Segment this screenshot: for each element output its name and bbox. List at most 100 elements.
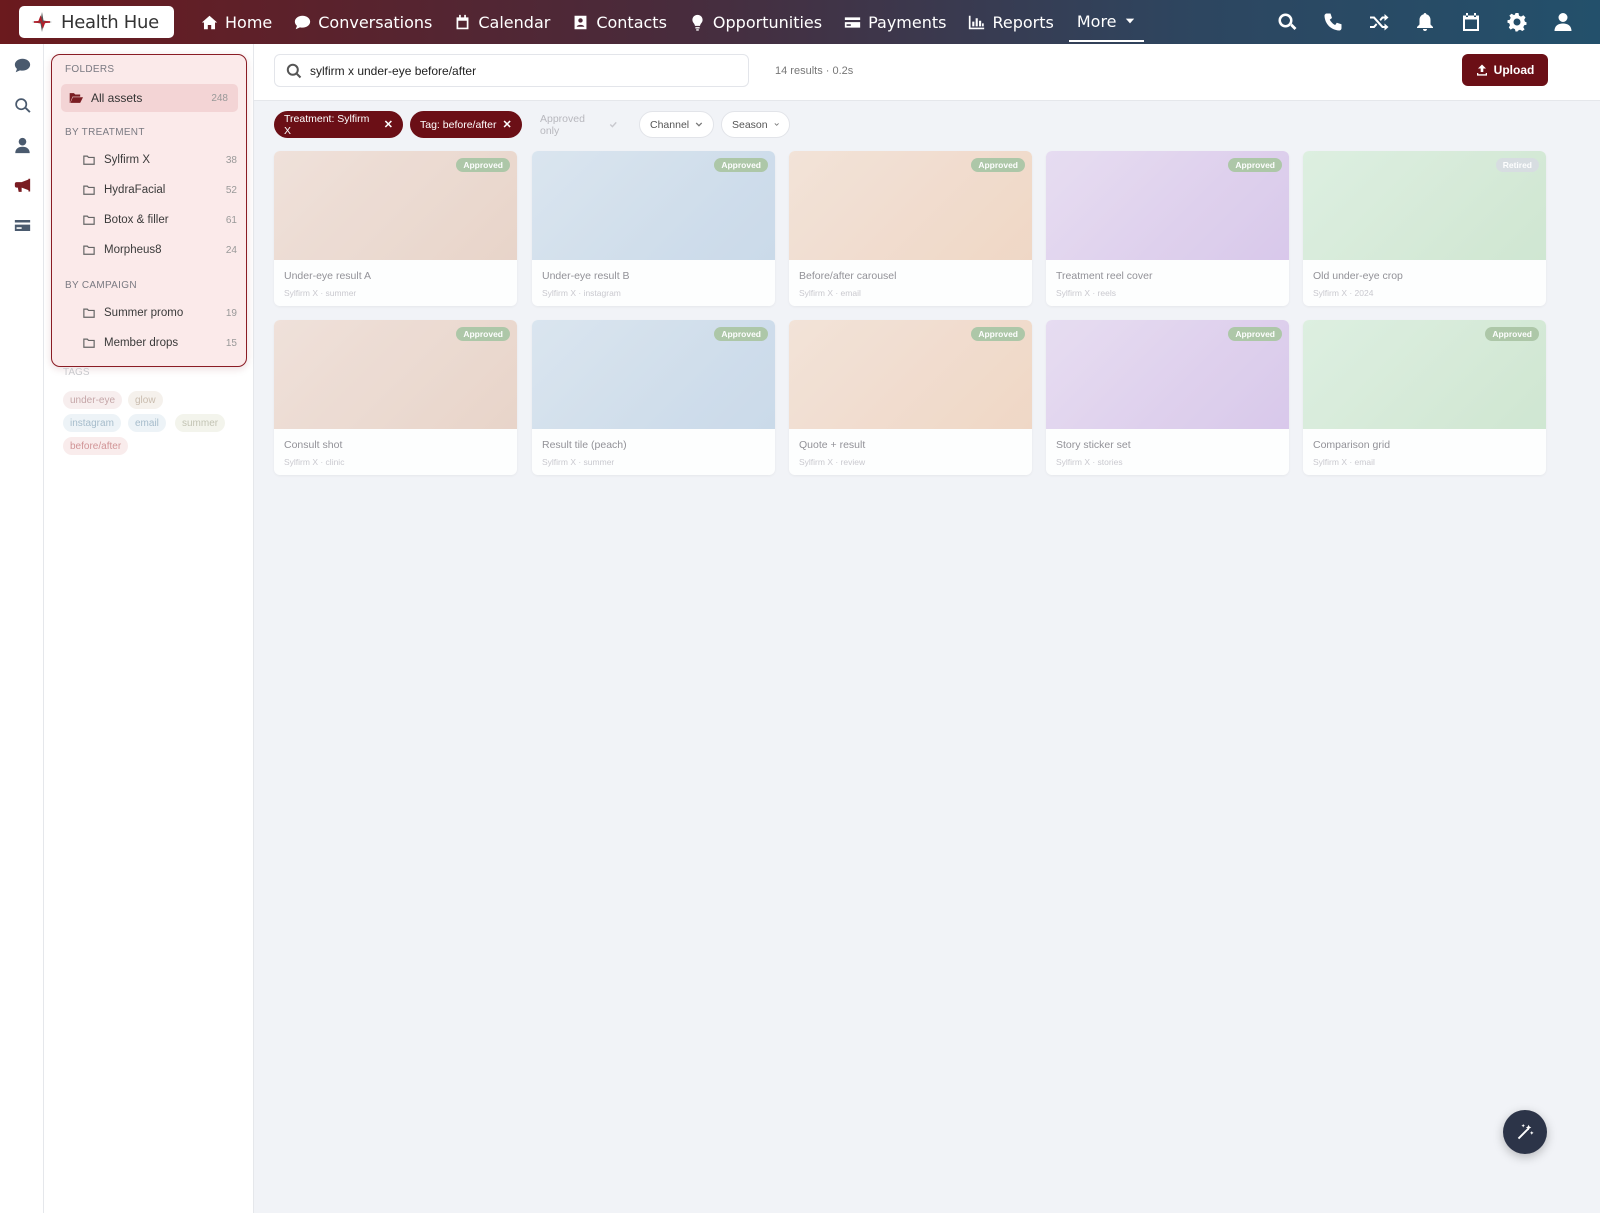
check-icon: [610, 121, 618, 128]
asset-card[interactable]: Approved Treatment reel cover Sylfirm X …: [1046, 151, 1289, 306]
tag-chip[interactable]: summer: [175, 414, 226, 432]
rail-contacts[interactable]: [0, 125, 44, 165]
tag-chip[interactable]: email: [128, 414, 166, 432]
search-icon: [286, 63, 302, 78]
calendar-button[interactable]: [1448, 0, 1494, 44]
asset-card[interactable]: Approved Quote + result Sylfirm X · revi…: [789, 320, 1032, 475]
tag-chip[interactable]: instagram: [63, 414, 121, 432]
filter-channel-dropdown[interactable]: Channel: [639, 111, 714, 138]
card-icon: [14, 219, 30, 231]
asset-card[interactable]: Approved Consult shot Sylfirm X · clinic: [274, 320, 517, 475]
asset-title: Consult shot: [284, 439, 343, 451]
tags-heading: TAGS: [63, 367, 90, 378]
search-icon: [1278, 13, 1297, 30]
lightbulb-icon: [692, 14, 703, 31]
shuffle-icon: [1370, 14, 1389, 31]
folder-icon: [83, 185, 95, 195]
status-badge: Approved: [1485, 327, 1539, 341]
folder-botox-filler[interactable]: Botox & filler 61: [83, 209, 243, 231]
credit-card-icon: [844, 16, 861, 28]
filter-season-dropdown[interactable]: Season: [721, 111, 790, 138]
close-icon[interactable]: ✕: [502, 118, 511, 131]
asset-card[interactable]: Approved Comparison grid Sylfirm X · ema…: [1303, 320, 1546, 475]
folder-open-icon: [69, 93, 83, 103]
home-icon: [201, 15, 218, 29]
folder-label: Botox & filler: [104, 214, 169, 226]
notifications-button[interactable]: [1402, 0, 1448, 44]
asset-search-input[interactable]: sylfirm x under-eye before/after: [274, 54, 749, 87]
asset-card[interactable]: Approved Under-eye result A Sylfirm X · …: [274, 151, 517, 306]
brand-logo[interactable]: Health Hue: [19, 6, 174, 38]
global-search-button[interactable]: [1264, 0, 1310, 44]
folder-summer-promo[interactable]: Summer promo 19: [83, 302, 243, 324]
folder-count: 19: [225, 307, 237, 319]
phone-button[interactable]: [1310, 0, 1356, 44]
rail-marketing[interactable]: [0, 165, 44, 205]
top-navigation-bar: Health Hue Home Conversations Calendar C…: [0, 0, 1600, 44]
nav-more-dropdown[interactable]: More: [1068, 2, 1144, 42]
chat-icon: [14, 58, 30, 72]
shuffle-button[interactable]: [1356, 0, 1402, 44]
main-nav: Home Conversations Calendar Contacts Opp…: [190, 0, 1144, 44]
asset-card[interactable]: Approved Before/after carousel Sylfirm X…: [789, 151, 1032, 306]
tag-chip[interactable]: before/after: [63, 437, 129, 455]
asset-meta: Sylfirm X · review: [799, 457, 866, 467]
folder-icon: [83, 338, 95, 348]
search-toolbar: sylfirm x under-eye before/after 14 resu…: [254, 44, 1600, 101]
status-badge: Approved: [714, 327, 768, 341]
folder-member-drops[interactable]: Member drops 15: [83, 332, 243, 354]
search-query-text: sylfirm x under-eye before/after: [310, 63, 477, 78]
nav-conversations[interactable]: Conversations: [283, 0, 443, 44]
health-hue-logo-icon: [31, 11, 53, 33]
filter-chip-treatment[interactable]: Treatment: Sylfirm X ✕: [274, 111, 403, 138]
filter-approved-only[interactable]: Approved only: [530, 111, 628, 138]
tag-chip[interactable]: under-eye: [63, 391, 123, 409]
asset-meta: Sylfirm X · email: [799, 288, 861, 298]
folder-sylfirm-x[interactable]: Sylfirm X 38: [83, 149, 243, 171]
upload-label: Upload: [1493, 63, 1535, 77]
folder-count: 61: [225, 214, 237, 226]
asset-title: Under-eye result B: [542, 270, 630, 282]
filter-chip-label: Treatment: Sylfirm X: [284, 112, 370, 137]
folder-hydrafacial[interactable]: HydraFacial 52: [83, 179, 243, 201]
close-icon[interactable]: ✕: [384, 118, 393, 131]
filter-label: Channel: [650, 118, 690, 131]
asset-meta: Sylfirm X · summer: [542, 457, 615, 467]
nav-contacts[interactable]: Contacts: [561, 0, 678, 44]
tag-chip[interactable]: glow: [128, 391, 163, 409]
by-campaign-heading: BY CAMPAIGN: [65, 280, 137, 291]
filter-chip-tag[interactable]: Tag: before/after ✕: [410, 111, 522, 138]
folder-morpheus8[interactable]: Morpheus8 24: [83, 239, 243, 261]
asset-meta: Sylfirm X · email: [1313, 457, 1375, 467]
profile-button[interactable]: [1540, 0, 1586, 44]
rail-search[interactable]: [0, 85, 44, 125]
gear-icon: [1507, 13, 1527, 32]
folder-icon: [83, 215, 95, 225]
nav-opportunities[interactable]: Opportunities: [678, 0, 833, 44]
folders-heading: FOLDERS: [65, 64, 115, 75]
folder-label: Morpheus8: [104, 244, 162, 256]
nav-more-label: More: [1076, 11, 1117, 31]
rail-conversations[interactable]: [0, 45, 44, 85]
nav-payments[interactable]: Payments: [833, 0, 957, 44]
search-icon: [14, 97, 31, 113]
asset-card[interactable]: Approved Under-eye result B Sylfirm X · …: [532, 151, 775, 306]
user-icon: [14, 137, 30, 153]
settings-button[interactable]: [1494, 0, 1540, 44]
folder-all-assets[interactable]: All assets 248: [61, 84, 238, 112]
folder-label: Summer promo: [104, 307, 184, 319]
asset-card[interactable]: Approved Story sticker set Sylfirm X · s…: [1046, 320, 1289, 475]
nav-reports[interactable]: Reports: [957, 0, 1064, 44]
asset-title: Treatment reel cover: [1056, 270, 1153, 282]
nav-home[interactable]: Home: [190, 0, 283, 44]
nav-calendar[interactable]: Calendar: [443, 0, 561, 44]
folder-icon: [83, 245, 95, 255]
asset-meta: Sylfirm X · instagram: [542, 288, 621, 298]
asset-card[interactable]: Approved Result tile (peach) Sylfirm X ·…: [532, 320, 775, 475]
asset-title: Old under-eye crop: [1313, 270, 1403, 282]
megaphone-icon: [14, 178, 30, 192]
ai-assist-fab[interactable]: [1503, 1110, 1547, 1154]
rail-billing[interactable]: [0, 205, 44, 245]
upload-button[interactable]: Upload: [1462, 54, 1548, 86]
asset-card[interactable]: Retired Old under-eye crop Sylfirm X · 2…: [1303, 151, 1546, 306]
